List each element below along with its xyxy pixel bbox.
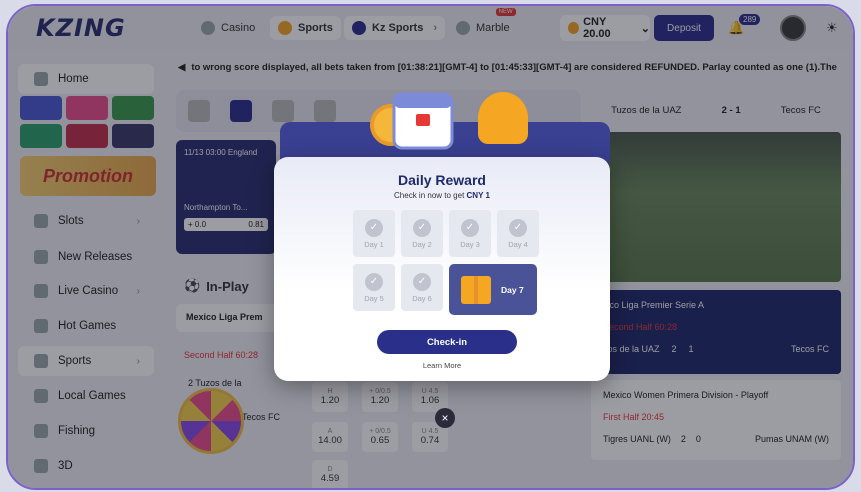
check-icon: ✓ xyxy=(365,218,383,237)
day-tile: ✓ Day 3 xyxy=(449,210,491,257)
check-icon: ✓ xyxy=(413,218,431,237)
day-tile: ✓ Day 2 xyxy=(401,210,443,257)
browser-frame: KZING Casino Sports Kz Sports › Marble NEW… xyxy=(6,4,855,490)
check-icon: ✓ xyxy=(365,272,383,291)
modal-title: Daily Reward xyxy=(398,172,486,188)
bell-decor-icon xyxy=(478,92,528,144)
gift-icon xyxy=(461,275,491,304)
learn-more-link[interactable]: Learn More xyxy=(274,361,610,370)
day-tile: ✓ Day 5 xyxy=(353,264,395,311)
check-icon: ✓ xyxy=(413,272,431,291)
checkin-button[interactable]: Check-in xyxy=(377,330,517,354)
calendar-icon xyxy=(392,92,454,150)
close-icon[interactable]: × xyxy=(435,408,455,428)
check-icon: ✓ xyxy=(509,218,527,237)
day-tile: ✓ Day 1 xyxy=(353,210,395,257)
day-tile: ✓ Day 4 xyxy=(497,210,539,257)
modal-subtitle: Check in now to get CNY 1 xyxy=(394,191,490,200)
check-icon: ✓ xyxy=(461,218,479,237)
day-tile-current[interactable]: Day 7 xyxy=(449,264,537,315)
day-tile: ✓ Day 6 xyxy=(401,264,443,311)
